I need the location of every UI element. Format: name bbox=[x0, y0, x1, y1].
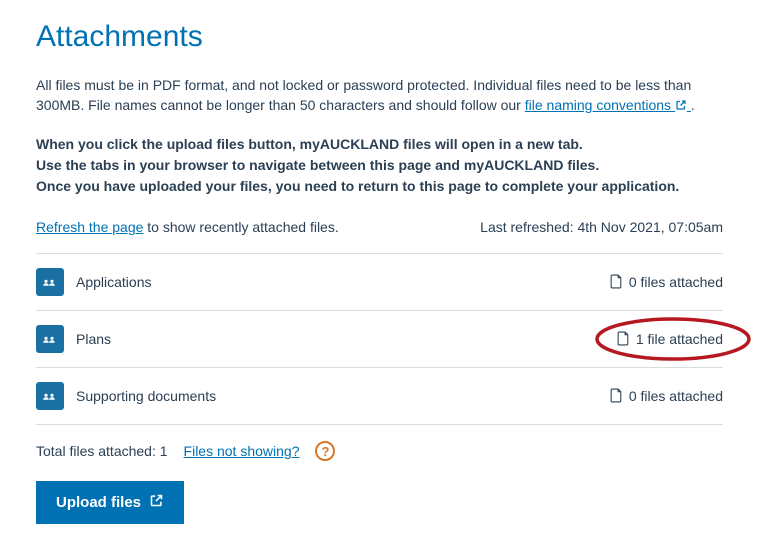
refresh-row: Refresh the page to show recently attach… bbox=[36, 219, 723, 235]
file-count: 1 file attached bbox=[636, 331, 723, 347]
refresh-page-link[interactable]: Refresh the page bbox=[36, 219, 143, 235]
intro-paragraph: All files must be in PDF format, and not… bbox=[36, 76, 723, 116]
external-link-icon bbox=[149, 493, 164, 512]
instruction-block: When you click the upload files button, … bbox=[36, 134, 723, 197]
file-icon bbox=[610, 274, 623, 290]
category-row-supporting[interactable]: Supporting documents 0 files attached bbox=[36, 368, 723, 425]
category-list: Applications 0 files attached Plans 1 fi… bbox=[36, 253, 723, 425]
upload-files-button[interactable]: Upload files bbox=[36, 481, 184, 524]
files-not-showing-link[interactable]: Files not showing? bbox=[184, 443, 300, 459]
file-icon bbox=[617, 331, 630, 347]
upload-button-label: Upload files bbox=[56, 494, 141, 511]
refresh-left: Refresh the page to show recently attach… bbox=[36, 219, 339, 235]
category-row-plans[interactable]: Plans 1 file attached bbox=[36, 311, 723, 368]
file-count: 0 files attached bbox=[629, 388, 723, 404]
category-label: Supporting documents bbox=[76, 388, 216, 404]
folder-icon bbox=[36, 325, 64, 353]
total-files-label: Total files attached: 1 bbox=[36, 443, 168, 459]
category-label: Plans bbox=[76, 331, 111, 347]
refresh-tail: to show recently attached files. bbox=[147, 219, 338, 235]
category-label: Applications bbox=[76, 274, 152, 290]
help-icon[interactable]: ? bbox=[315, 441, 335, 461]
file-icon bbox=[610, 388, 623, 404]
footer-row: Total files attached: 1 Files not showin… bbox=[36, 441, 723, 461]
external-link-icon bbox=[675, 97, 687, 117]
category-row-applications[interactable]: Applications 0 files attached bbox=[36, 254, 723, 311]
file-naming-conventions-link[interactable]: file naming conventions bbox=[525, 97, 691, 113]
folder-icon bbox=[36, 268, 64, 296]
file-count: 0 files attached bbox=[629, 274, 723, 290]
folder-icon bbox=[36, 382, 64, 410]
last-refreshed-text: Last refreshed: 4th Nov 2021, 07:05am bbox=[480, 219, 723, 235]
page-title: Attachments bbox=[36, 20, 723, 54]
